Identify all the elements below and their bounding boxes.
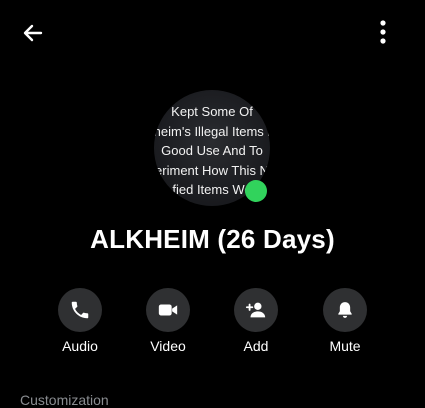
avatar-text-line: Good Use And To [161, 143, 263, 158]
add-person-icon [245, 302, 266, 318]
mute-circle [323, 288, 367, 332]
online-status-indicator [245, 180, 267, 202]
profile-name: ALKHEIM (26 Days) [90, 224, 335, 254]
section-heading: Customization [20, 392, 109, 408]
add-person-circle [234, 288, 278, 332]
audio-call-button[interactable]: Audio [48, 288, 112, 354]
audio-label: Audio [62, 338, 98, 354]
back-button[interactable] [12, 12, 54, 54]
video-label: Video [150, 338, 186, 354]
action-row: Audio Video Add Mute [0, 288, 425, 358]
video-camera-icon [158, 304, 178, 316]
arrow-left-icon [23, 24, 43, 42]
avatar-text-line: Kept Some Of [171, 104, 253, 119]
add-person-button[interactable]: Add [224, 288, 288, 354]
profile-avatar[interactable]: Kept Some Of heim's Illegal Items i Good… [154, 90, 270, 206]
add-label: Add [243, 338, 269, 354]
bell-icon [338, 302, 352, 318]
video-call-circle [146, 288, 190, 332]
more-options-button[interactable] [365, 14, 401, 50]
top-bar [0, 0, 425, 64]
audio-call-circle [58, 288, 102, 332]
avatar-text-line: heim's Illegal Items i [154, 123, 270, 139]
phone-icon [71, 301, 89, 319]
mute-button[interactable]: Mute [313, 288, 377, 354]
avatar-text-line: eriment How This N [155, 162, 269, 178]
mute-label: Mute [329, 338, 361, 354]
video-call-button[interactable]: Video [136, 288, 200, 354]
more-vertical-icon [380, 20, 386, 44]
